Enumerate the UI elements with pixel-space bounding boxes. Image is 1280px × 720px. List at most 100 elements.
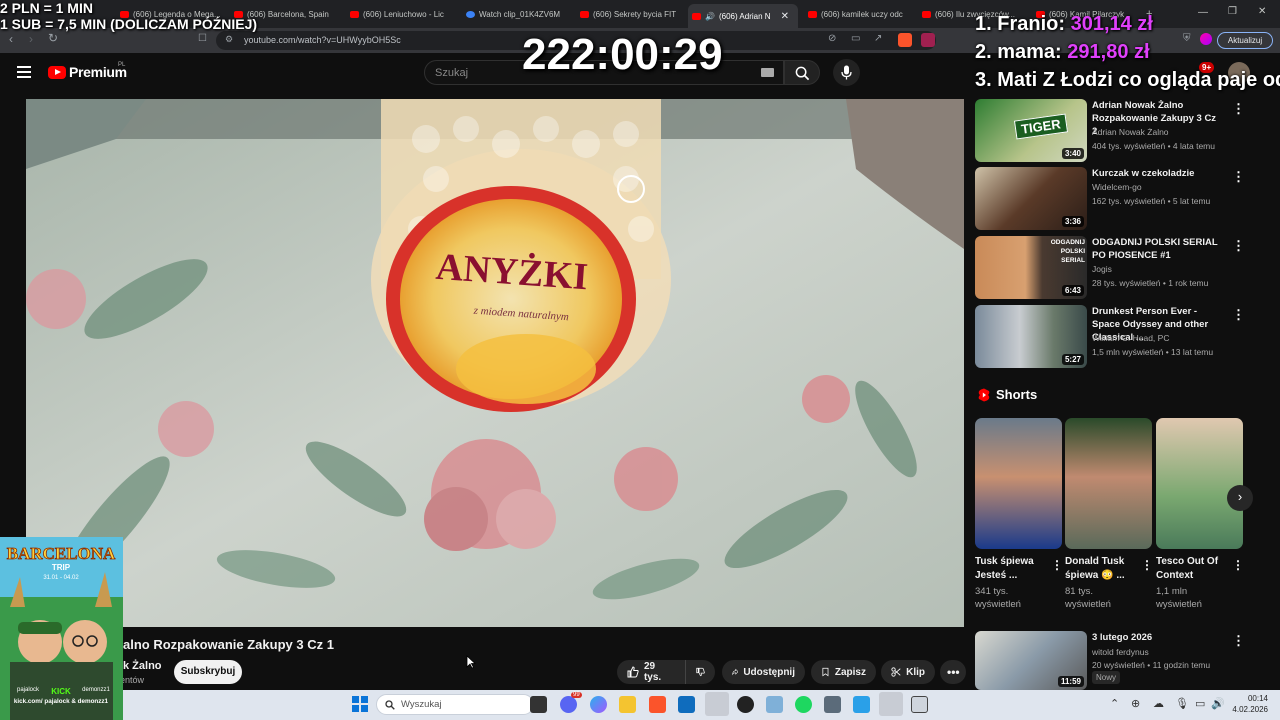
file-explorer-icon[interactable]: [619, 696, 636, 713]
chevron-right-icon[interactable]: ›: [1227, 485, 1253, 511]
voice-search-button[interactable]: [833, 59, 860, 86]
search-button[interactable]: [784, 60, 820, 85]
brave-shield-icon[interactable]: [898, 33, 912, 47]
calculator-icon[interactable]: [824, 696, 841, 713]
youtube-logo-icon[interactable]: [48, 66, 66, 79]
video-meta: 20 wyświetleń • 11 godzin temu: [1092, 660, 1211, 670]
recommendation-item[interactable]: 3:36 Kurczak w czekoladzie Widelcem-go 1…: [975, 167, 1265, 231]
short-item[interactable]: Tesco Out Of Context 1,1 mln wyświetleń …: [1156, 418, 1244, 611]
more-vertical-icon[interactable]: ⋮: [1232, 101, 1245, 117]
save-button[interactable]: Zapisz: [811, 660, 876, 684]
monitor-icon[interactable]: ▭: [1195, 697, 1205, 710]
short-thumbnail[interactable]: [1065, 418, 1152, 549]
video-thumbnail[interactable]: 5:27: [975, 305, 1087, 368]
video-title[interactable]: ODGADNIJ POLSKI SERIAL PO PIOSENCE #1: [1092, 236, 1222, 262]
more-vertical-icon[interactable]: ⋮: [1232, 169, 1245, 185]
recommendation-item[interactable]: 11:59 3 lutego 2026 witold ferdynus 20 w…: [975, 631, 1265, 695]
donation-rules-overlay: 2 PLN = 1 MIN 1 SUB = 7,5 MIN (DOLICZAM …: [0, 0, 257, 32]
more-vertical-icon[interactable]: ⋮: [1232, 307, 1245, 323]
channel-name[interactable]: William C. Head, PC: [1092, 333, 1169, 343]
url-text: youtube.com/watch?v=UHWyybOH5Sc: [244, 35, 401, 45]
app-icon[interactable]: [911, 696, 928, 713]
bookmark-icon[interactable]: ☐: [198, 33, 207, 44]
video-title[interactable]: Kurczak w czekoladzie: [1092, 167, 1222, 180]
cloud-icon[interactable]: ☁: [1153, 697, 1164, 710]
channel-name[interactable]: Widelcem-go: [1092, 182, 1142, 192]
taskbar-search-input[interactable]: Wyszukaj: [376, 694, 534, 715]
browser-tab[interactable]: (606) kamilek uczy odc: [804, 4, 912, 24]
menu-icon[interactable]: [17, 66, 31, 78]
channel-name[interactable]: Jogis: [1092, 264, 1112, 274]
store-icon[interactable]: [678, 696, 695, 713]
barcelona-title: BARCELONA: [7, 544, 116, 563]
ranking-amount: 301,14 zł: [1070, 13, 1153, 35]
chevron-up-icon[interactable]: ⌃: [1110, 697, 1119, 710]
video-thumbnail[interactable]: 3:36: [975, 167, 1087, 230]
video-player[interactable]: ANYŻKI z miodem naturalnym: [26, 99, 964, 627]
more-vertical-icon[interactable]: ⋮: [1232, 238, 1245, 254]
dislike-button[interactable]: [685, 660, 715, 684]
cast-icon[interactable]: ▭: [851, 33, 860, 44]
clip-button[interactable]: Klip: [881, 660, 935, 684]
video-thumbnail[interactable]: TIGER 3:40: [975, 99, 1087, 162]
channel-name[interactable]: witold ferdynus: [1092, 647, 1149, 657]
reload-icon[interactable]: ↻: [48, 31, 58, 45]
video-meta: 162 tys. wyświetleń • 5 lat temu: [1092, 196, 1211, 206]
microphone-icon[interactable]: 🎙: [1175, 697, 1189, 710]
ranking-row: 1. Franio: 301,14 zł: [975, 10, 1280, 38]
close-tab-icon[interactable]: ✕: [781, 11, 789, 22]
browser-tab-active[interactable]: 🔊 (606) Adrian N ✕: [688, 4, 798, 28]
short-item[interactable]: Donald Tusk śpiewa 😳 ... 81 tys. wyświet…: [1065, 418, 1153, 611]
discord-icon[interactable]: [560, 696, 577, 713]
site-info-icon[interactable]: ⚙: [225, 34, 233, 45]
video-thumbnail[interactable]: ODGADNIJ POLSKI SERIAL 6:43: [975, 236, 1087, 299]
notepad-icon[interactable]: [853, 696, 870, 713]
taskbar-clock[interactable]: 00:14 4.02.2026: [1228, 693, 1268, 715]
volume-icon[interactable]: 🔊: [1211, 697, 1225, 710]
browser-tab[interactable]: (606) Sekrety bycia FIT: [576, 4, 684, 24]
network-icon[interactable]: ⊕: [1131, 697, 1140, 710]
browser-tab[interactable]: Watch clip_01K4ZV6M: [462, 4, 570, 24]
short-title[interactable]: Tesco Out Of Context: [1156, 555, 1231, 583]
video-thumbnail[interactable]: 11:59: [975, 631, 1087, 690]
video-meta: 404 tys. wyświetleń • 4 lata temu: [1092, 141, 1215, 151]
recommendation-item[interactable]: ODGADNIJ POLSKI SERIAL 6:43 ODGADNIJ POL…: [975, 236, 1265, 300]
forward-icon[interactable]: ›: [29, 32, 33, 46]
short-thumbnail[interactable]: [1156, 418, 1243, 549]
back-icon[interactable]: ‹: [9, 32, 13, 46]
copilot-icon[interactable]: [590, 696, 607, 713]
app-icon[interactable]: [766, 696, 783, 713]
short-views: 341 tys. wyświetleń: [975, 586, 1021, 610]
camera-blocked-icon[interactable]: ⊘: [828, 33, 836, 44]
more-vertical-icon[interactable]: ⋮: [1141, 558, 1153, 572]
handle-left: pajalock: [17, 687, 40, 693]
browser-tab[interactable]: (606) Leniuchowo - Lic: [346, 4, 454, 24]
more-actions-button[interactable]: •••: [940, 660, 966, 684]
video-title[interactable]: 3 lutego 2026: [1092, 631, 1222, 644]
short-thumbnail[interactable]: [975, 418, 1062, 549]
spotify-icon[interactable]: [795, 696, 812, 713]
more-vertical-icon[interactable]: ⋮: [1051, 558, 1063, 572]
share-page-icon[interactable]: ↗: [874, 33, 882, 44]
task-view-icon[interactable]: [530, 696, 547, 713]
recommendation-item[interactable]: 5:27 Drunkest Person Ever - Space Odysse…: [975, 305, 1265, 369]
short-title[interactable]: Tusk śpiewa Jesteś ...: [975, 555, 1050, 583]
short-title[interactable]: Donald Tusk śpiewa 😳 ...: [1065, 555, 1140, 583]
obs-icon[interactable]: [737, 696, 754, 713]
region-label: PL: [118, 62, 126, 68]
more-vertical-icon[interactable]: ⋮: [1232, 558, 1244, 572]
share-button[interactable]: Udostępnij: [722, 660, 805, 684]
subscribe-button[interactable]: Subskrybuj: [174, 660, 242, 684]
like-button[interactable]: 29 tys.: [617, 660, 685, 684]
channel-name[interactable]: k Żalno: [123, 660, 162, 672]
windows-start-icon[interactable]: [352, 696, 368, 712]
recommendation-item[interactable]: TIGER 3:40 Adrian Nowak Żalno Rozpakowan…: [975, 99, 1265, 163]
app-active-icon[interactable]: [879, 692, 903, 716]
keyboard-icon[interactable]: [761, 68, 774, 77]
brave-browser-icon[interactable]: [649, 696, 666, 713]
brave-active-icon[interactable]: [705, 692, 729, 716]
channel-name[interactable]: Adrian Nowak Żalno: [1092, 127, 1169, 137]
more-vertical-icon[interactable]: ⋮: [1232, 633, 1245, 649]
brave-rewards-icon[interactable]: [921, 33, 935, 47]
short-item[interactable]: Tusk śpiewa Jesteś ... 341 tys. wyświetl…: [975, 418, 1063, 611]
